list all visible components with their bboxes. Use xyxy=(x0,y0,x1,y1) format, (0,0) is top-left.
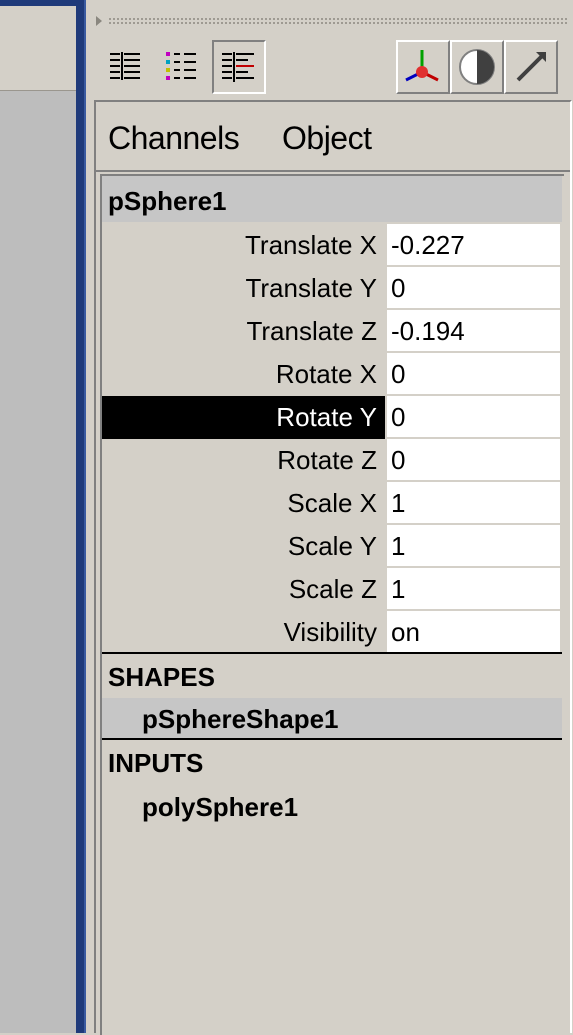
object-header[interactable]: pSphere1 xyxy=(102,176,562,222)
shape-item[interactable]: pSphereShape1 xyxy=(102,698,562,738)
section-divider xyxy=(102,652,562,654)
object-name: pSphere1 xyxy=(108,186,227,216)
attribute-row[interactable]: Visibility on xyxy=(102,611,562,654)
attribute-label[interactable]: Scale X xyxy=(102,482,385,525)
attribute-label[interactable]: Rotate Y xyxy=(102,396,385,439)
attribute-value-field[interactable]: 0 xyxy=(387,267,560,309)
attribute-value-field[interactable]: 1 xyxy=(387,525,560,567)
attribute-row[interactable]: Translate Z -0.194 xyxy=(102,310,562,353)
attribute-label[interactable]: Translate X xyxy=(102,224,385,267)
channel-list-icon xyxy=(110,52,140,80)
channel-box-button[interactable] xyxy=(212,40,266,94)
left-pane-header xyxy=(0,6,76,91)
channel-box-menubar: Channels Object xyxy=(96,102,570,172)
attribute-label[interactable]: Translate Z xyxy=(102,310,385,353)
channel-box-icon xyxy=(222,52,254,82)
attribute-row[interactable]: Translate Y 0 xyxy=(102,267,562,310)
menu-object[interactable]: Object xyxy=(282,120,372,157)
attribute-label[interactable]: Scale Z xyxy=(102,568,385,611)
attribute-row[interactable]: Translate X -0.227 xyxy=(102,224,562,267)
shading-button[interactable] xyxy=(450,40,504,94)
attribute-value-field[interactable]: 1 xyxy=(387,482,560,524)
shading-icon xyxy=(459,49,495,85)
attribute-row[interactable]: Scale Y 1 xyxy=(102,525,562,568)
left-pane xyxy=(0,0,76,1033)
attribute-value-field[interactable]: 0 xyxy=(387,353,560,395)
attribute-row[interactable]: Scale Z 1 xyxy=(102,568,562,611)
attribute-value-field[interactable]: -0.194 xyxy=(387,310,560,352)
viewport-panel[interactable] xyxy=(0,91,76,1033)
channel-list-button[interactable] xyxy=(100,40,154,94)
manipulator-button[interactable] xyxy=(396,40,450,94)
attribute-label[interactable]: Translate Y xyxy=(102,267,385,310)
channel-box-frame: Channels Object pSphere1 Translate X -0.… xyxy=(94,100,572,1035)
attribute-value-field[interactable]: -0.227 xyxy=(387,224,560,266)
input-item[interactable]: polySphere1 xyxy=(142,792,298,823)
attribute-row[interactable]: Rotate Z 0 xyxy=(102,439,562,482)
channel-box-panel: Channels Object pSphere1 Translate X -0.… xyxy=(86,0,573,1035)
attribute-row[interactable]: Rotate X 0 xyxy=(102,353,562,396)
shapes-section-title: SHAPES xyxy=(108,662,215,692)
collapse-triangle-icon[interactable] xyxy=(96,16,102,26)
attribute-label[interactable]: Visibility xyxy=(102,611,385,654)
channel-toolbar xyxy=(86,34,573,98)
attribute-value-field[interactable]: on xyxy=(387,611,560,653)
attribute-label[interactable]: Rotate X xyxy=(102,353,385,396)
attribute-label[interactable]: Scale Y xyxy=(102,525,385,568)
section-divider xyxy=(102,738,562,740)
arrow-button[interactable] xyxy=(504,40,558,94)
attribute-list-icon xyxy=(166,52,196,80)
attribute-list-button[interactable] xyxy=(156,40,210,94)
attribute-value-field[interactable]: 0 xyxy=(387,396,560,438)
attribute-value-field[interactable]: 1 xyxy=(387,568,560,610)
attribute-row[interactable]: Scale X 1 xyxy=(102,482,562,525)
manipulator-icon xyxy=(405,50,439,82)
attribute-label[interactable]: Rotate Z xyxy=(102,439,385,482)
channel-box: pSphere1 Translate X -0.227 Translate Y … xyxy=(100,174,564,1035)
grip-dots xyxy=(108,17,568,25)
shape-name: pSphereShape1 xyxy=(142,704,339,734)
toolbar-grip[interactable] xyxy=(92,8,573,34)
arrow-icon xyxy=(516,52,546,82)
attribute-row-selected[interactable]: Rotate Y 0 xyxy=(102,396,562,439)
pane-divider[interactable] xyxy=(76,0,86,1033)
inputs-section-title: INPUTS xyxy=(108,748,204,778)
attribute-value-field[interactable]: 0 xyxy=(387,439,560,481)
menu-channels[interactable]: Channels xyxy=(108,120,240,157)
